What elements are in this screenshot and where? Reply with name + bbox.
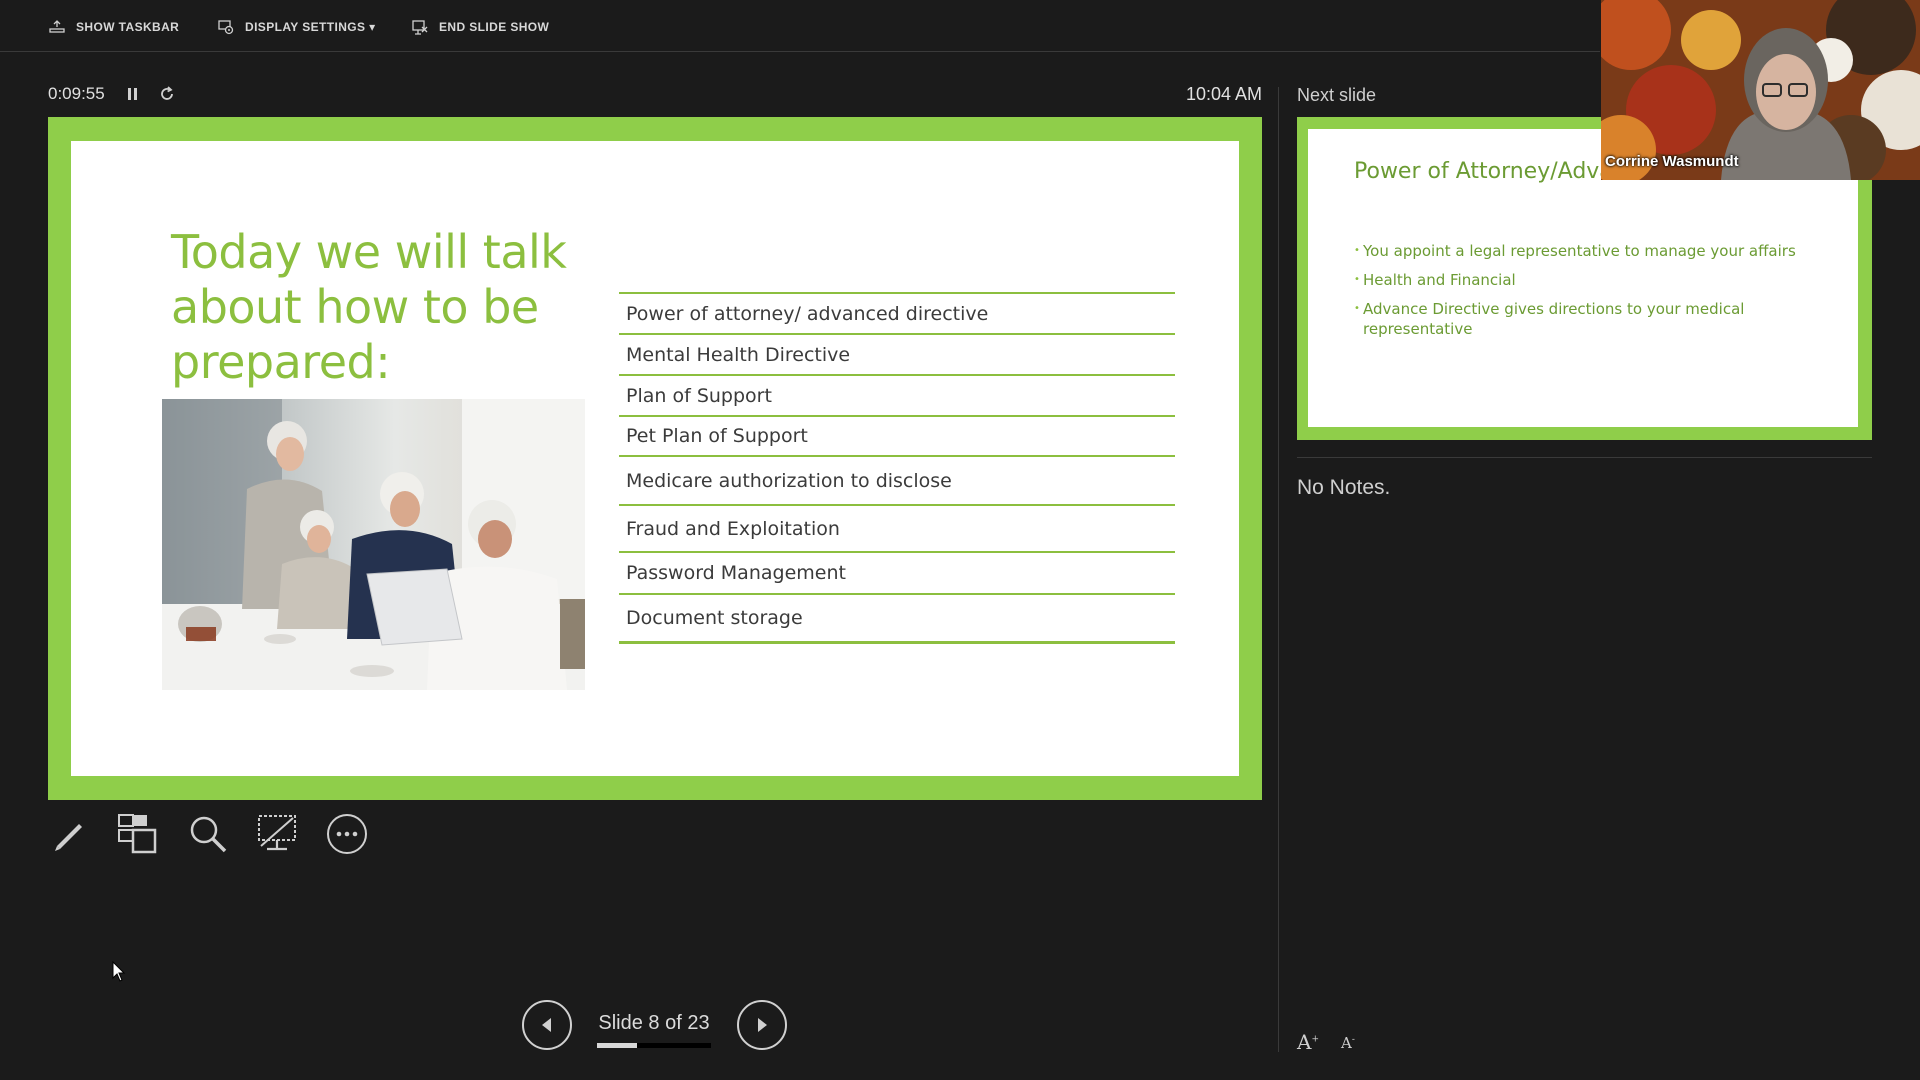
more-options-button[interactable] xyxy=(325,812,369,856)
next-slide-button[interactable] xyxy=(737,1000,787,1050)
presenter-toolbar: SHOW TASKBAR DISPLAY SETTINGS ▾ END SLID… xyxy=(0,0,1600,52)
participant-name: Corrine Wasmundt xyxy=(1605,153,1739,170)
zoom-icon xyxy=(190,816,227,853)
previous-slide-button[interactable] xyxy=(522,1000,572,1050)
increase-font-button[interactable]: A+ xyxy=(1297,1030,1319,1054)
next-slide-label: Next slide xyxy=(1297,85,1377,105)
seniors-laptop-photo xyxy=(162,399,585,690)
slide-counter[interactable]: Slide 8 of 23 xyxy=(596,1012,712,1035)
topic-item: Pet Plan of Support xyxy=(619,415,1175,455)
slide-topic-list: Power of attorney/ advanced directive Me… xyxy=(619,292,1175,644)
topic-item: Medicare authorization to disclose xyxy=(619,455,1175,504)
next-arrow-icon xyxy=(758,1018,767,1032)
next-bullet: You appoint a legal representative to ma… xyxy=(1354,241,1814,261)
next-bullet: Advance Directive gives directions to yo… xyxy=(1354,299,1814,339)
more-options-icon xyxy=(327,814,367,854)
previous-arrow-icon xyxy=(542,1018,551,1032)
display-settings-label: DISPLAY SETTINGS ▾ xyxy=(245,20,376,34)
end-show-icon xyxy=(412,20,428,35)
notes-divider xyxy=(1297,457,1872,458)
pane-divider[interactable] xyxy=(1278,87,1279,1052)
slide-canvas: Today we will talk about how to be prepa… xyxy=(71,141,1239,776)
slide-title: Today we will talk about how to be prepa… xyxy=(171,225,567,389)
pause-timer-icon[interactable] xyxy=(126,86,140,102)
pen-tool-button[interactable] xyxy=(47,812,91,856)
topic-item: Fraud and Exploitation xyxy=(619,504,1175,551)
topic-item: Power of attorney/ advanced directive xyxy=(619,292,1175,333)
topic-item: Mental Health Directive xyxy=(619,333,1175,374)
black-screen-button[interactable] xyxy=(255,812,299,856)
topic-item: Password Management xyxy=(619,551,1175,593)
current-time: 10:04 AM xyxy=(1185,84,1262,104)
end-slide-show-button[interactable]: END SLIDE SHOW xyxy=(411,17,549,37)
black-screen-icon xyxy=(258,815,296,851)
end-slide-show-label: END SLIDE SHOW xyxy=(439,20,550,34)
see-all-slides-icon xyxy=(118,814,157,854)
see-all-slides-button[interactable] xyxy=(116,812,160,856)
display-settings-icon xyxy=(218,20,234,35)
slide-progress-fill xyxy=(597,1043,637,1048)
decrease-font-button[interactable]: A- xyxy=(1341,1034,1355,1052)
slide-progress-bar xyxy=(597,1043,711,1048)
speaker-notes[interactable]: No Notes. xyxy=(1297,476,1390,500)
show-taskbar-label: SHOW TASKBAR xyxy=(76,20,180,34)
webcam-video[interactable]: Corrine Wasmundt xyxy=(1601,0,1920,180)
topic-item: Document storage xyxy=(619,593,1175,644)
show-taskbar-button[interactable]: SHOW TASKBAR xyxy=(48,17,179,37)
current-slide[interactable]: Today we will talk about how to be prepa… xyxy=(48,117,1262,800)
increase-font-icon: A xyxy=(1297,1030,1312,1054)
mouse-cursor-icon xyxy=(112,961,126,982)
taskbar-icon xyxy=(49,20,65,33)
elapsed-timer: 0:09:55 xyxy=(48,84,105,103)
zoom-button[interactable] xyxy=(186,812,230,856)
decrease-font-icon: A xyxy=(1341,1034,1352,1052)
restart-timer-icon[interactable] xyxy=(158,85,176,103)
next-bullet: Health and Financial xyxy=(1354,270,1814,290)
display-settings-button[interactable]: DISPLAY SETTINGS ▾ xyxy=(217,17,376,37)
pen-tool-icon xyxy=(55,824,82,851)
next-slide-bullets: You appoint a legal representative to ma… xyxy=(1354,241,1814,348)
topic-item: Plan of Support xyxy=(619,374,1175,415)
